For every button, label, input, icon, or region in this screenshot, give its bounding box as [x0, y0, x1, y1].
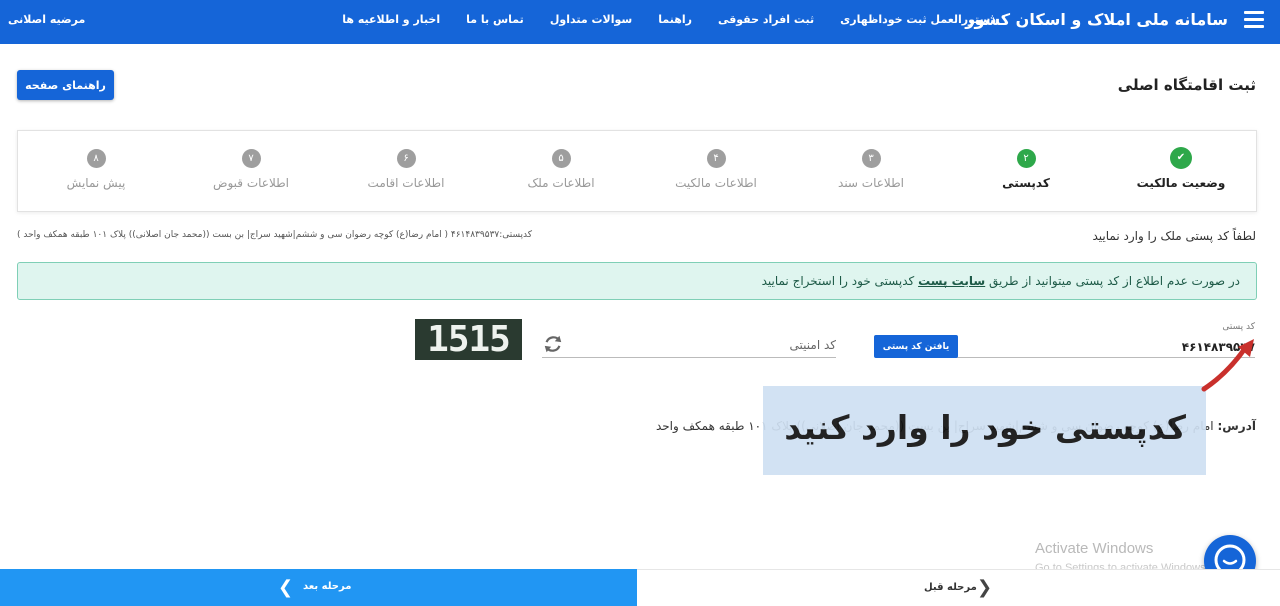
progress-stepper: ✔ وضعیت مالکیت ۲ کدپستی ۳ اطلاعات سند ۴ …: [17, 130, 1257, 212]
nav-link-contact[interactable]: تماس با ما: [466, 13, 524, 26]
nav-link-instructions[interactable]: دستورالعمل ثبت خوداظهاری: [840, 13, 996, 26]
nav-link-news[interactable]: اخبار و اطلاعیه ها: [342, 13, 440, 26]
step-number: ۴: [706, 149, 726, 168]
captcha-image: 1515: [415, 319, 522, 360]
bottom-nav: ❮ مرحله بعد مرحله قبل ❯: [0, 569, 1280, 606]
top-nav-links: اخبار و اطلاعیه ها تماس با ما سوالات متد…: [342, 13, 996, 26]
next-step-button[interactable]: ❮ مرحله بعد: [0, 569, 637, 606]
step-property-info[interactable]: ۵ اطلاعات ملک: [486, 149, 636, 190]
step-ownership-info[interactable]: ۴ اطلاعات مالکیت: [641, 149, 791, 190]
site-brand[interactable]: سامانه ملی املاک و اسکان کشور: [965, 10, 1228, 29]
alert-text: در صورت عدم اطلاع از کد پستی میتوانید از…: [761, 274, 1240, 288]
step-bills-info[interactable]: ۷ اطلاعات قبوض: [176, 149, 326, 190]
refresh-icon[interactable]: [542, 333, 564, 355]
step-residence-info[interactable]: ۶ اطلاعات اقامت: [331, 149, 481, 190]
nav-link-legal-entities[interactable]: ثبت افراد حقوقی: [718, 13, 814, 26]
postal-code-hint: لطفاً کد پستی ملک را وارد نمایید: [1092, 229, 1256, 243]
step-deed-info[interactable]: ۳ اطلاعات سند: [796, 149, 946, 190]
chevron-left-icon: ❮: [278, 577, 294, 598]
instruction-overlay: کدپستی خود را وارد کنید: [763, 386, 1206, 475]
step-number: ۶: [396, 149, 416, 168]
instruction-text: کدپستی خود را وارد کنید: [784, 408, 1186, 447]
security-code-label: کد امنیتی: [789, 338, 836, 352]
chevron-right-icon: ❯: [977, 577, 993, 598]
red-arrow-icon: [1201, 339, 1254, 392]
top-navbar: سامانه ملی املاک و اسکان کشور اخبار و اط…: [0, 0, 1280, 44]
step-number: ۲: [1016, 149, 1036, 168]
nav-link-faq[interactable]: سوالات متداول: [550, 13, 632, 26]
page-help-button[interactable]: راهنمای صفحه: [17, 70, 114, 100]
nav-link-help[interactable]: راهنما: [658, 13, 692, 26]
previous-step-button[interactable]: مرحله قبل ❯: [637, 569, 1280, 606]
post-site-link[interactable]: سایت پست: [918, 274, 985, 288]
step-number: ۷: [241, 149, 261, 168]
postal-code-label: کد پستی: [1222, 322, 1255, 332]
hamburger-menu-icon[interactable]: [1244, 11, 1264, 29]
info-alert: در صورت عدم اطلاع از کد پستی میتوانید از…: [17, 262, 1257, 300]
check-icon: ✔: [1170, 147, 1192, 169]
step-number: ۳: [861, 149, 881, 168]
step-preview[interactable]: ۸ پیش نمایش: [21, 149, 171, 190]
page-title: ثبت اقامتگاه اصلی: [1117, 76, 1256, 94]
user-name[interactable]: مرضیه اصلانی: [8, 13, 85, 26]
step-ownership-status[interactable]: ✔ وضعیت مالکیت: [1106, 147, 1256, 190]
step-postal-code[interactable]: ۲ کدپستی: [951, 149, 1101, 190]
activate-windows-title: Activate Windows: [1035, 540, 1154, 557]
step-number: ۸: [86, 149, 106, 168]
find-postal-code-button[interactable]: یافتن کد پستی: [874, 335, 958, 358]
address-label: آدرس:: [1217, 419, 1256, 433]
step-number: ۵: [551, 149, 571, 168]
postal-summary: کدپستی:۴۶۱۴۸۳۹۵۳۷ ( امام رضا(ع) کوچه رضو…: [17, 230, 533, 240]
